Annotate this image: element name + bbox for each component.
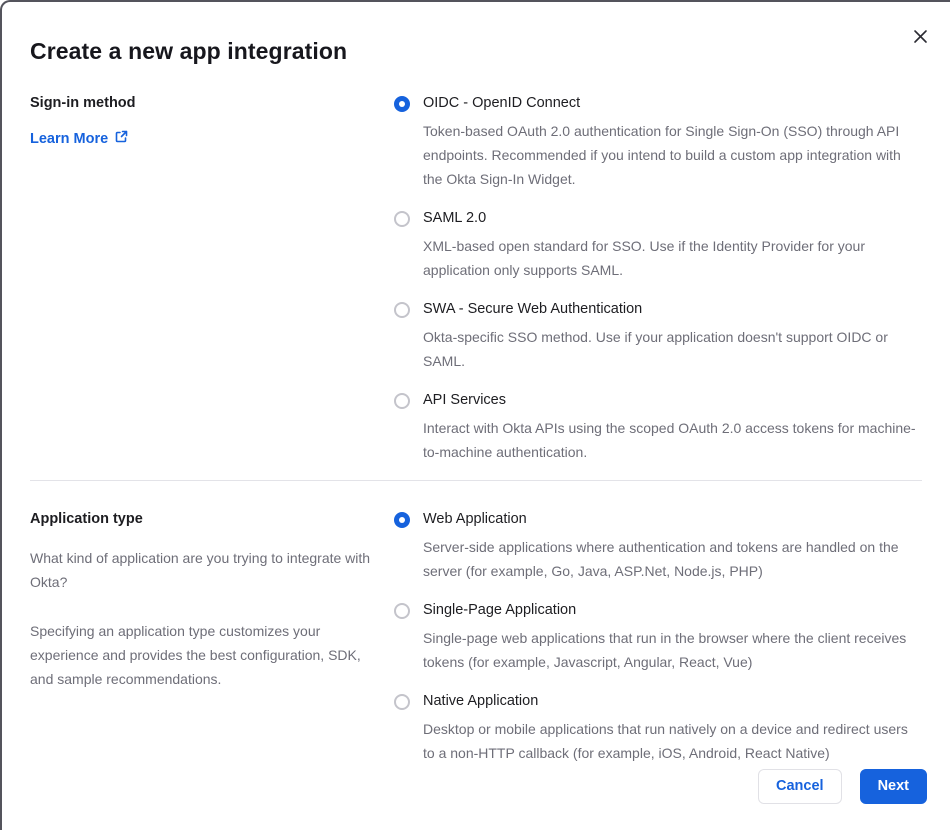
- option-text: Single-Page Application Single-page web …: [423, 602, 922, 674]
- radio-option-single-page-application[interactable]: Single-Page Application Single-page web …: [394, 602, 922, 674]
- radio-option-oidc[interactable]: OIDC - OpenID Connect Token-based OAuth …: [394, 95, 922, 191]
- radio-button[interactable]: [394, 393, 410, 409]
- learn-more-label: Learn More: [30, 130, 109, 147]
- radio-option-native-application[interactable]: Native Application Desktop or mobile app…: [394, 693, 922, 765]
- radio-button[interactable]: [394, 603, 410, 619]
- radio-button[interactable]: [394, 512, 410, 528]
- option-description: Server-side applications where authentic…: [423, 539, 899, 579]
- radio-option-swa[interactable]: SWA - Secure Web Authentication Okta-spe…: [394, 301, 922, 373]
- option-text: API Services Interact with Okta APIs usi…: [423, 392, 922, 464]
- option-text: SAML 2.0 XML-based open standard for SSO…: [423, 210, 922, 282]
- radio-option-api-services[interactable]: API Services Interact with Okta APIs usi…: [394, 392, 922, 464]
- signin-method-label: Sign-in method: [30, 95, 136, 111]
- create-app-integration-dialog: Create a new app integration Sign-in met…: [0, 0, 950, 830]
- radio-option-web-application[interactable]: Web Application Server-side applications…: [394, 511, 922, 583]
- option-text: SWA - Secure Web Authentication Okta-spe…: [423, 301, 922, 373]
- option-description: Single-page web applications that run in…: [423, 630, 907, 670]
- close-icon: [913, 29, 928, 47]
- option-label: OIDC - OpenID Connect: [423, 95, 581, 111]
- option-label: SAML 2.0: [423, 210, 487, 226]
- application-type-label: Application type: [30, 511, 143, 527]
- page-title: Create a new app integration: [30, 38, 348, 64]
- option-text: OIDC - OpenID Connect Token-based OAuth …: [423, 95, 922, 191]
- radio-button[interactable]: [394, 96, 410, 112]
- option-label: SWA - Secure Web Authentication: [423, 301, 643, 317]
- learn-more-link[interactable]: Learn More: [30, 130, 128, 147]
- application-type-description-2: Specifying an application type customize…: [30, 623, 361, 687]
- option-label: Single-Page Application: [423, 602, 577, 618]
- dialog-footer: Cancel Next: [758, 769, 927, 804]
- radio-button[interactable]: [394, 694, 410, 710]
- application-type-section: Application type What kind of applicatio…: [30, 511, 922, 765]
- option-text: Web Application Server-side applications…: [423, 511, 922, 583]
- close-button[interactable]: [906, 24, 934, 52]
- external-link-icon: [115, 130, 128, 147]
- option-text: Native Application Desktop or mobile app…: [423, 693, 922, 765]
- next-button[interactable]: Next: [859, 769, 927, 804]
- option-label: Web Application: [423, 511, 527, 527]
- application-type-left-column: Application type What kind of applicatio…: [30, 511, 394, 765]
- option-description: Okta-specific SSO method. Use if your ap…: [423, 329, 888, 369]
- option-description: Desktop or mobile applications that run …: [423, 721, 908, 761]
- cancel-button[interactable]: Cancel: [758, 769, 842, 804]
- signin-method-left-column: Sign-in method Learn More: [30, 95, 394, 464]
- option-description: Interact with Okta APIs using the scoped…: [423, 420, 916, 460]
- signin-method-options: OIDC - OpenID Connect Token-based OAuth …: [394, 95, 922, 464]
- radio-option-saml[interactable]: SAML 2.0 XML-based open standard for SSO…: [394, 210, 922, 282]
- option-description: Token-based OAuth 2.0 authentication for…: [423, 123, 901, 187]
- signin-method-section: Sign-in method Learn More OIDC - OpenID …: [30, 95, 922, 464]
- application-type-options: Web Application Server-side applications…: [394, 511, 922, 765]
- option-label: API Services: [423, 392, 506, 408]
- application-type-description-1: What kind of application are you trying …: [30, 550, 371, 590]
- section-divider: [30, 480, 922, 481]
- radio-button[interactable]: [394, 211, 410, 227]
- option-label: Native Application: [423, 693, 539, 709]
- option-description: XML-based open standard for SSO. Use if …: [423, 238, 865, 278]
- radio-button[interactable]: [394, 302, 410, 318]
